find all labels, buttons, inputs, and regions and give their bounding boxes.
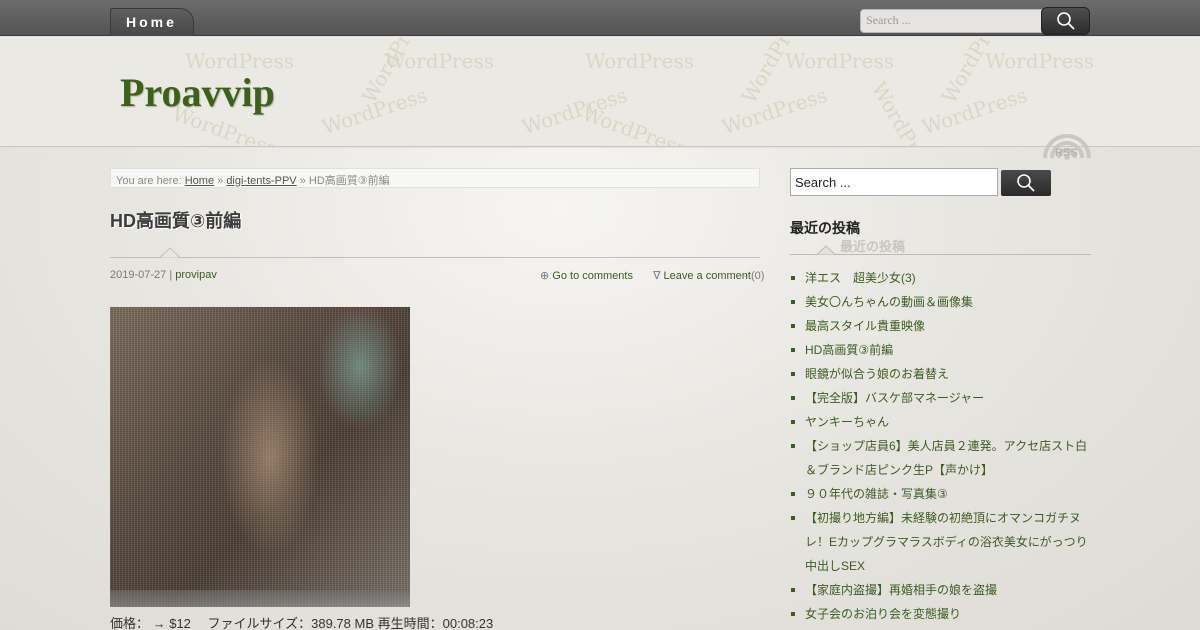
post-author-link[interactable]: provipav (175, 269, 217, 281)
recent-post-link[interactable]: HD高画質③前編 (790, 338, 1095, 362)
divider-notch (160, 247, 180, 258)
post-title: HD高画質③前編 (110, 211, 242, 231)
recent-posts-heading-shadow: 最近の投稿 (840, 239, 906, 254)
breadcrumb-separator: » (299, 175, 306, 187)
nav-home-tab[interactable]: Home (110, 8, 194, 36)
recent-post-link[interactable]: 【完全版】バスケ部マネージャー (790, 386, 1095, 410)
leave-comment-link[interactable]: Leave a comment (664, 270, 751, 282)
recent-post-link[interactable]: 最高スタイル貴重映像 (790, 314, 1095, 338)
breadcrumb: You are here: Home » digi-tents-PPV » HD… (110, 168, 760, 188)
recent-post-link[interactable]: 洋エス 超美少女(3) (790, 266, 1095, 290)
post-thumbnail-image[interactable] (110, 307, 410, 607)
watermark-text: WordPress (585, 49, 694, 73)
rss-label[interactable]: RSS (1055, 147, 1078, 159)
recent-post-link[interactable]: ヤンキーちゃん (790, 410, 1095, 434)
recent-post-link[interactable]: 【ショップ店員6】美人店員２連発。アクセ店スト白＆ブランド店ピンク生P【声かけ】 (790, 434, 1095, 482)
leave-comment-icon: ∇ (653, 270, 661, 282)
thumbnail-caption-strip (110, 590, 410, 607)
post-date: 2019-07-27 (110, 269, 167, 281)
breadcrumb-prefix: You are here: (116, 175, 182, 187)
comment-count: (0) (750, 270, 765, 282)
top-navigation-bar: Home Search ... (0, 0, 1200, 36)
recent-post-link[interactable]: ９０年代の雑誌・写真集③ (790, 482, 1095, 506)
breadcrumb-current: HD高画質③前編 (308, 175, 390, 187)
sidebar-search-button[interactable] (1001, 170, 1051, 196)
meta-separator: | (169, 269, 173, 281)
breadcrumb-category-link[interactable]: digi-tents-PPV (226, 175, 296, 187)
divider-notch (817, 245, 835, 255)
site-title[interactable]: Proavvip (120, 69, 275, 116)
watermark-text: WordPress (918, 82, 1031, 140)
comments-icon: ⊕ (540, 270, 550, 282)
watermark-text: WordPress (579, 101, 690, 147)
recent-posts-list: 洋エス 超美少女(3) 美女〇んちゃんの動画＆画像集 最高スタイル貴重映像 HD… (790, 266, 1095, 626)
post-meta: 2019-07-27 | provipav (110, 269, 217, 281)
go-to-comments-link[interactable]: Go to comments (552, 270, 633, 282)
comment-links: ⊕ Go to comments ∇ Leave a comment(0) (540, 269, 764, 282)
header-search-input[interactable]: Search ... (860, 9, 1042, 33)
recent-post-link[interactable]: 眼鏡が似合う娘のお着替え (790, 362, 1095, 386)
recent-posts-heading: 最近の投稿 (790, 220, 860, 236)
recent-post-link[interactable]: 女子会のお泊り会を変態撮り (790, 602, 1095, 626)
watermark-text: WordPress (718, 82, 831, 140)
breadcrumb-separator: » (217, 175, 224, 187)
recent-post-link[interactable]: 美女〇んちゃんの動画＆画像集 (790, 290, 1095, 314)
sidebar-search-input[interactable]: Search ... (790, 168, 998, 196)
header-search-button[interactable] (1041, 7, 1090, 35)
recent-post-link[interactable]: 【初撮り地方編】未経験の初絶頂にオマンコガチヌレ！Eカップグラマラスボディの浴衣… (790, 506, 1095, 578)
title-divider (110, 257, 760, 258)
breadcrumb-home-link[interactable]: Home (185, 175, 214, 187)
watermark-text: WordPress (785, 49, 894, 73)
search-icon (1056, 12, 1075, 30)
site-header: WordPress WordPress WordPress WordPress … (0, 37, 1200, 147)
widget-divider (790, 254, 1091, 255)
search-icon (1017, 174, 1035, 192)
post-info-line: 価格： → $12 ファイルサイズ：389.78 MB 再生時間：00:08:2… (110, 616, 494, 630)
watermark-text: WordPress (985, 49, 1094, 73)
recent-post-link[interactable]: 【家庭内盗撮】再婚相手の娘を盗撮 (790, 578, 1095, 602)
